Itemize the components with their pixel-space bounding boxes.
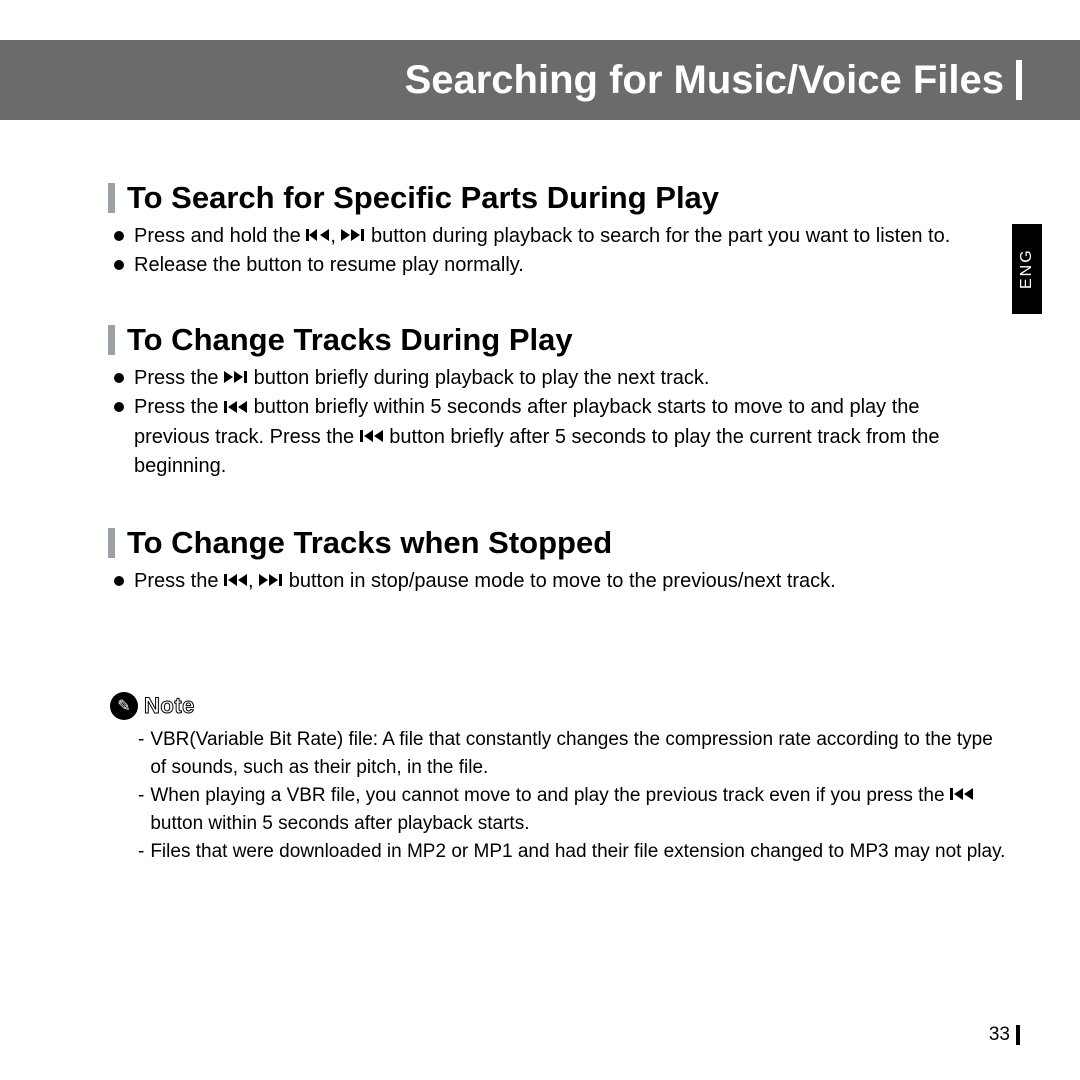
note-label: Note <box>144 693 195 719</box>
text-fragment: Press the <box>134 367 224 389</box>
title-bar-icon <box>1016 60 1022 100</box>
footer-bar-icon <box>1016 1025 1020 1045</box>
note-line: - VBR(Variable Bit Rate) file: A file th… <box>138 726 1008 782</box>
dash-icon: - <box>138 782 144 838</box>
section-bar-icon <box>108 325 115 355</box>
skip-back-icon <box>224 567 248 596</box>
note-block: ✎ Note - VBR(Variable Bit Rate) file: A … <box>110 692 1008 866</box>
bullet-list: Press the button briefly during playback… <box>108 364 1008 481</box>
note-text: When playing a VBR file, you cannot move… <box>150 782 1008 838</box>
skip-back-icon <box>306 222 330 251</box>
skip-back-icon <box>950 782 974 810</box>
skip-forward-icon <box>341 222 365 251</box>
bullet-list: Press the , button in stop/pause mode to… <box>108 567 1008 596</box>
section-bar-icon <box>108 183 115 213</box>
bullet-text: Press the button briefly within 5 second… <box>134 393 964 480</box>
page-number: 33 <box>989 1024 1020 1046</box>
text-fragment: , <box>248 570 254 592</box>
dash-icon: - <box>138 726 144 782</box>
section-bar-icon <box>108 528 115 558</box>
section-title: To Change Tracks During Play <box>127 322 573 358</box>
note-body: - VBR(Variable Bit Rate) file: A file th… <box>138 726 1008 866</box>
text-fragment: Press the <box>134 396 224 418</box>
language-tab: ENG <box>1012 224 1042 314</box>
page-number-text: 33 <box>989 1024 1010 1046</box>
skip-forward-icon <box>259 567 283 596</box>
section-heading: To Search for Specific Parts During Play <box>108 180 1008 216</box>
note-line: - When playing a VBR file, you cannot mo… <box>138 782 1008 838</box>
text-fragment: button in stop/pause mode to move to the… <box>289 570 836 592</box>
bullet-text: Press and hold the , button during playb… <box>134 222 950 251</box>
skip-forward-icon <box>224 364 248 393</box>
note-text: Files that were downloaded in MP2 or MP1… <box>150 838 1005 866</box>
section-title: To Search for Specific Parts During Play <box>127 180 719 216</box>
note-text: VBR(Variable Bit Rate) file: A file that… <box>150 726 1008 782</box>
list-item: Press and hold the , button during playb… <box>114 222 1008 251</box>
section-heading: To Change Tracks During Play <box>108 322 1008 358</box>
list-item: Press the button briefly within 5 second… <box>114 393 1008 480</box>
note-pencil-icon: ✎ <box>110 692 138 720</box>
bullet-icon <box>114 576 124 586</box>
page-title: Searching for Music/Voice Files <box>405 40 1022 120</box>
page-title-text: Searching for Music/Voice Files <box>405 58 1004 103</box>
dash-icon: - <box>138 838 144 866</box>
bullet-text: Release the button to resume play normal… <box>134 251 524 280</box>
bullet-icon <box>114 260 124 270</box>
bullet-text: Press the , button in stop/pause mode to… <box>134 567 836 596</box>
text-fragment: Release the button to resume play normal… <box>134 254 524 276</box>
section-heading: To Change Tracks when Stopped <box>108 525 1008 561</box>
section-title: To Change Tracks when Stopped <box>127 525 612 561</box>
list-item: Press the , button in stop/pause mode to… <box>114 567 1008 596</box>
bullet-list: Press and hold the , button during playb… <box>108 222 1008 280</box>
text-fragment: , <box>330 225 336 247</box>
text-fragment: Press and hold the <box>134 225 306 247</box>
content-area: To Search for Specific Parts During Play… <box>108 180 1008 866</box>
note-line: - Files that were downloaded in MP2 or M… <box>138 838 1008 866</box>
text-fragment: button briefly during playback to play t… <box>254 367 710 389</box>
note-heading: ✎ Note <box>110 692 1008 720</box>
list-item: Press the button briefly during playback… <box>114 364 1008 393</box>
skip-back-icon <box>360 423 384 452</box>
bullet-icon <box>114 231 124 241</box>
bullet-text: Press the button briefly during playback… <box>134 364 709 393</box>
text-fragment: button during playback to search for the… <box>371 225 950 247</box>
bullet-icon <box>114 402 124 412</box>
text-fragment: Press the <box>134 570 224 592</box>
skip-back-icon <box>224 394 248 423</box>
bullet-icon <box>114 373 124 383</box>
list-item: Release the button to resume play normal… <box>114 251 1008 280</box>
